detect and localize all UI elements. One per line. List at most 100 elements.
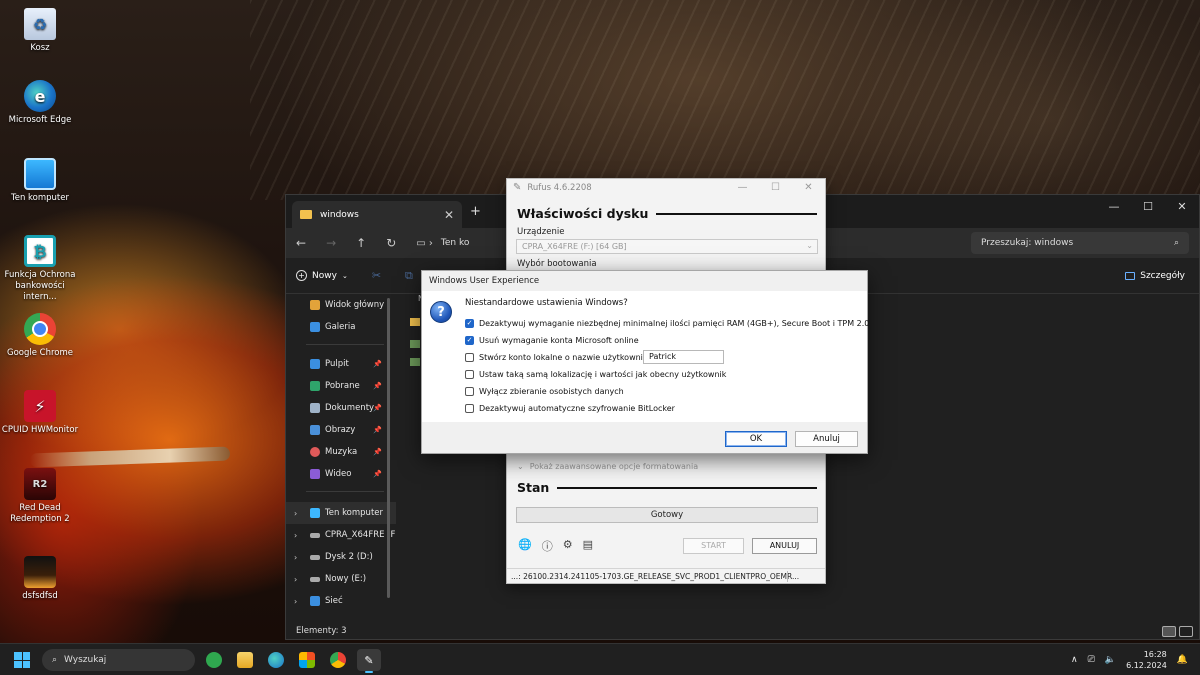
checkbox-unchecked[interactable] bbox=[465, 387, 474, 396]
chevron-right-icon[interactable]: › bbox=[294, 553, 297, 562]
chevron-right-icon[interactable]: › bbox=[294, 575, 297, 584]
home-icon bbox=[310, 300, 320, 310]
taskbar-app-chrome[interactable] bbox=[326, 649, 350, 671]
nav-item-music[interactable]: Muzyka 📌 bbox=[286, 441, 396, 463]
dialog-cancel-button[interactable]: Anuluj bbox=[795, 431, 858, 447]
clock[interactable]: 16:28 6.12.2024 bbox=[1126, 649, 1167, 671]
username-field[interactable]: Patrick bbox=[643, 350, 724, 364]
checkbox-checked[interactable]: ✓ bbox=[465, 336, 474, 345]
cut-icon[interactable]: ✂ bbox=[372, 269, 381, 282]
pin-icon[interactable]: 📌 bbox=[373, 448, 382, 456]
back-arrow-icon[interactable]: ← bbox=[296, 236, 306, 250]
copy-icon[interactable]: ⧉ bbox=[405, 269, 413, 283]
chevron-right-icon[interactable]: › bbox=[294, 597, 297, 606]
log-icon[interactable]: ▤ bbox=[583, 538, 593, 554]
desktop-icon-chrome[interactable]: Google Chrome bbox=[0, 313, 80, 359]
checkbox-unchecked[interactable] bbox=[465, 353, 474, 362]
start-button[interactable]: START bbox=[683, 538, 744, 554]
cancel-button[interactable]: ANULUJ bbox=[752, 538, 817, 554]
desktop-icon-this-pc[interactable]: Ten komputer bbox=[0, 158, 80, 204]
pin-icon[interactable]: 📌 bbox=[373, 426, 382, 434]
desktop-icon-recycle-bin[interactable]: ♻ Kosz bbox=[0, 8, 80, 54]
settings-sliders-icon[interactable]: ⚙ bbox=[563, 538, 573, 554]
desktop-icon-rdr2[interactable]: R2 Red Dead Redemption 2 bbox=[0, 468, 80, 525]
forward-arrow-icon[interactable]: → bbox=[326, 236, 336, 250]
minimize-icon[interactable]: — bbox=[1097, 195, 1131, 217]
close-tab-icon[interactable]: ✕ bbox=[444, 208, 454, 222]
taskbar-app-rufus[interactable]: ✎ bbox=[357, 649, 381, 673]
nav-item-this-pc[interactable]: › Ten komputer bbox=[286, 502, 396, 524]
new-button[interactable]: + Nowy ⌄ bbox=[296, 270, 348, 281]
file-icon[interactable] bbox=[410, 340, 420, 348]
nav-item-gallery[interactable]: Galeria bbox=[286, 316, 396, 338]
new-tab-icon[interactable]: + bbox=[470, 204, 481, 219]
taskbar-app-utorrent[interactable] bbox=[202, 649, 226, 671]
desktop-icon-bank-protection[interactable]: ₿ Funkcja Ochrona bankowości intern... bbox=[0, 235, 80, 303]
nav-item-downloads[interactable]: Pobrane 📌 bbox=[286, 375, 396, 397]
nav-item-videos[interactable]: Wideo 📌 bbox=[286, 463, 396, 485]
folder-icon[interactable] bbox=[410, 318, 420, 326]
chevron-right-icon[interactable]: › bbox=[294, 531, 297, 540]
up-arrow-icon[interactable]: ↑ bbox=[356, 236, 366, 250]
close-icon[interactable]: ✕ bbox=[1165, 195, 1199, 217]
option-label: Usuń wymaganie konta Microsoft online bbox=[479, 336, 639, 345]
device-select[interactable]: CPRA_X64FRE (F:) [64 GB] ⌄ bbox=[516, 239, 818, 254]
notification-bell-icon[interactable]: 🔔 bbox=[1177, 655, 1188, 665]
taskbar-app-file-explorer[interactable] bbox=[233, 649, 257, 671]
explorer-tab[interactable]: windows ✕ bbox=[292, 201, 462, 228]
checkbox-unchecked[interactable] bbox=[465, 404, 474, 413]
pin-icon[interactable]: 📌 bbox=[373, 404, 382, 412]
refresh-icon[interactable]: ↻ bbox=[386, 236, 396, 250]
pin-icon[interactable]: 📌 bbox=[373, 360, 382, 368]
maximize-icon[interactable]: ☐ bbox=[759, 182, 792, 193]
nav-item-drive-d[interactable]: › Dysk 2 (D:) bbox=[286, 546, 396, 568]
option-copy-locale[interactable]: Ustaw taką samą lokalizację i wartości j… bbox=[465, 370, 726, 379]
nav-item-drive-e[interactable]: › Nowy (E:) bbox=[286, 568, 396, 590]
minimize-icon[interactable]: — bbox=[726, 182, 759, 193]
network-icon[interactable]: ⎚ bbox=[1088, 655, 1095, 665]
option-disable-bitlocker[interactable]: Dezaktywuj automatyczne szyfrowanie BitL… bbox=[465, 404, 675, 413]
desktop-icon-dsfsdfsd[interactable]: dsfsdfsd bbox=[0, 556, 80, 602]
nav-scrollbar[interactable] bbox=[387, 298, 390, 598]
option-disable-data-collection[interactable]: Wyłącz zbieranie osobistych danych bbox=[465, 387, 624, 396]
tiles-view-icon[interactable] bbox=[1179, 626, 1193, 637]
nav-item-desktop[interactable]: Pulpit 📌 bbox=[286, 353, 396, 375]
nav-item-documents[interactable]: Dokumenty 📌 bbox=[286, 397, 396, 419]
maximize-icon[interactable]: ☐ bbox=[1131, 195, 1165, 217]
breadcrumb[interactable]: Ten ko bbox=[441, 238, 469, 248]
details-view-icon[interactable] bbox=[1162, 626, 1176, 637]
chevron-up-icon[interactable]: ∧ bbox=[1071, 655, 1078, 665]
chevron-right-icon[interactable]: › bbox=[294, 509, 297, 518]
desktop-icon-edge[interactable]: e Microsoft Edge bbox=[0, 80, 80, 126]
nav-item-pictures[interactable]: Obrazy 📌 bbox=[286, 419, 396, 441]
volume-icon[interactable]: 🔈 bbox=[1105, 655, 1116, 665]
explorer-search-input[interactable]: Przeszukaj: windows ⌕ bbox=[971, 232, 1189, 254]
details-button[interactable]: Szczegóły bbox=[1125, 271, 1185, 281]
nav-item-usb-drive[interactable]: › CPRA_X64FRE (F bbox=[286, 524, 396, 546]
pin-icon[interactable]: 📌 bbox=[373, 382, 382, 390]
nav-item-home[interactable]: Widok główny bbox=[286, 294, 396, 316]
option-create-local-account[interactable]: Stwórz konto lokalne o nazwie użytkownik… bbox=[465, 353, 655, 362]
option-remove-online-account[interactable]: ✓ Usuń wymaganie konta Microsoft online bbox=[465, 336, 639, 345]
checkbox-unchecked[interactable] bbox=[465, 370, 474, 379]
desktop-icon-hwmonitor[interactable]: ⚡ CPUID HWMonitor bbox=[0, 390, 80, 436]
advanced-format-toggle[interactable]: ⌄ Pokaż zaawansowane opcje formatowania bbox=[517, 462, 698, 471]
taskbar-app-store[interactable] bbox=[295, 649, 319, 671]
option-label: Dezaktywuj wymaganie niezbędnej minimaln… bbox=[479, 319, 870, 328]
taskbar-app-edge[interactable] bbox=[264, 649, 288, 671]
desktop-icon-label: Kosz bbox=[30, 43, 50, 53]
file-icon[interactable] bbox=[410, 358, 420, 366]
explorer-navigation-pane: Widok główny Galeria Pulpit 📌 Pobrane 📌 … bbox=[286, 294, 396, 629]
globe-icon[interactable]: 🌐 bbox=[518, 538, 532, 554]
rufus-tool-icons: 🌐 ⓘ ⚙ ▤ bbox=[518, 538, 593, 554]
info-icon[interactable]: ⓘ bbox=[542, 538, 553, 554]
ok-button[interactable]: OK bbox=[725, 431, 787, 447]
nav-item-network[interactable]: › Sieć bbox=[286, 590, 396, 612]
nav-divider bbox=[306, 491, 384, 492]
option-bypass-requirements[interactable]: ✓ Dezaktywuj wymaganie niezbędnej minima… bbox=[465, 319, 869, 328]
start-button[interactable] bbox=[14, 652, 30, 668]
pin-icon[interactable]: 📌 bbox=[373, 470, 382, 478]
close-icon[interactable]: ✕ bbox=[792, 182, 825, 193]
checkbox-checked[interactable]: ✓ bbox=[465, 319, 474, 328]
taskbar-search[interactable]: ⌕ Wyszukaj bbox=[42, 649, 195, 671]
